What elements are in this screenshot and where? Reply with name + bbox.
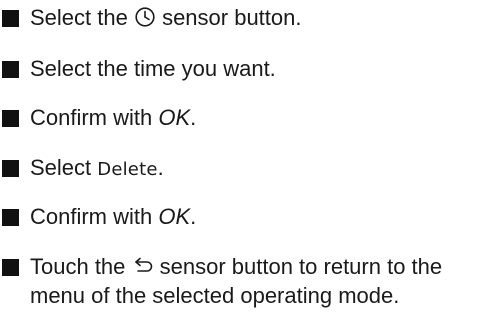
bullet-icon — [2, 10, 19, 27]
step-text: Select Delete. — [30, 155, 164, 180]
bullet-icon — [2, 209, 19, 226]
ok-label: OK — [158, 204, 191, 229]
bullet-icon — [2, 61, 19, 78]
step-text: Touch the sensor button to return to the… — [30, 254, 443, 308]
back-arrow-icon — [132, 255, 154, 277]
step-text: Confirm with OK. — [30, 105, 197, 130]
step-text: Select the sensor button. — [30, 5, 302, 30]
bullet-icon — [2, 110, 19, 127]
step-text: Confirm with OK. — [30, 204, 197, 229]
delete-label: Delete — [97, 159, 158, 180]
ok-label: OK — [158, 105, 191, 130]
step-text: Select the time you want. — [30, 56, 276, 81]
bullet-icon — [2, 160, 19, 177]
timer-icon — [134, 6, 156, 28]
bullet-icon — [2, 259, 19, 276]
